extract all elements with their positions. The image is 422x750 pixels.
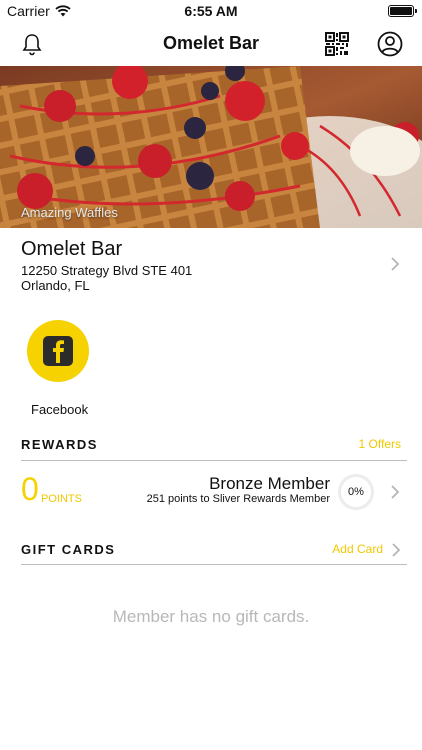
add-card-link[interactable]: Add Card bbox=[332, 542, 383, 556]
points-value: 0 bbox=[21, 471, 39, 507]
status-time: 6:55 AM bbox=[184, 3, 238, 19]
chevron-right-icon bbox=[391, 485, 400, 499]
page-title: Omelet Bar bbox=[162, 33, 260, 53]
profile-icon[interactable] bbox=[376, 30, 404, 58]
facebook-label: Facebook bbox=[31, 402, 89, 417]
gift-cards-title: GIFT CARDS bbox=[21, 542, 116, 557]
rewards-title: REWARDS bbox=[21, 437, 98, 452]
progress-percent: 0% bbox=[348, 486, 364, 498]
chevron-right-icon bbox=[391, 257, 400, 271]
hero-image: Amazing Waffles bbox=[0, 66, 422, 228]
status-bar: Carrier 6:55 AM bbox=[0, 0, 422, 22]
facebook-icon bbox=[27, 320, 89, 382]
address-line-2: Orlando, FL bbox=[21, 278, 90, 293]
hero-caption: Amazing Waffles bbox=[21, 205, 118, 220]
location-name: Omelet Bar bbox=[21, 238, 123, 260]
location-row[interactable]: Omelet Bar 12250 Strategy Blvd STE 401 O… bbox=[0, 228, 422, 298]
gift-cards-divider bbox=[21, 564, 407, 565]
chevron-right-icon[interactable] bbox=[391, 542, 401, 558]
rewards-row[interactable]: 0 POINTS Bronze Member 251 points to Sli… bbox=[0, 466, 422, 518]
waffle-photo bbox=[0, 66, 422, 228]
points-label: POINTS bbox=[41, 493, 82, 505]
member-level: Bronze Member bbox=[209, 474, 330, 493]
navigation-bar: Omelet Bar bbox=[0, 22, 422, 66]
rewards-divider bbox=[21, 460, 407, 461]
facebook-link[interactable]: Facebook bbox=[21, 320, 99, 420]
next-level-text: 251 points to Sliver Rewards Member bbox=[146, 493, 330, 505]
qr-code-icon[interactable] bbox=[323, 30, 351, 58]
gift-cards-header: GIFT CARDS Add Card bbox=[21, 537, 401, 561]
progress-ring: 0% bbox=[338, 474, 374, 510]
offers-link[interactable]: 1 Offers bbox=[359, 437, 401, 451]
empty-gift-cards-message: Member has no gift cards. bbox=[112, 607, 310, 626]
battery-icon bbox=[388, 5, 417, 17]
address-line-1: 12250 Strategy Blvd STE 401 bbox=[21, 263, 193, 278]
rewards-header: REWARDS 1 Offers bbox=[21, 432, 401, 456]
